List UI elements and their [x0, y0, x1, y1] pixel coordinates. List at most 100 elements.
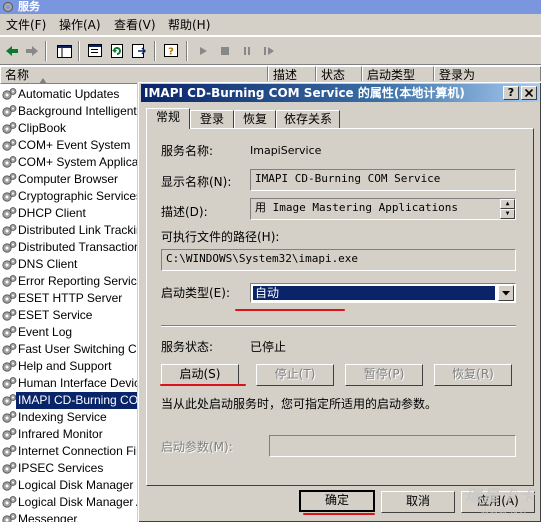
service-row[interactable]: Logical Disk Manager Administrative Serv…: [0, 494, 140, 511]
export-list-icon[interactable]: [129, 41, 149, 61]
service-row[interactable]: Help and Support: [0, 358, 140, 375]
service-row[interactable]: Internet Connection Firewall: [0, 443, 140, 460]
service-name: Human Interface Device Access: [18, 376, 140, 390]
services-list: Automatic Updates Background Intelligent …: [0, 86, 140, 522]
gear-icon: [1, 410, 17, 425]
gear-icon: [1, 308, 17, 323]
start-button[interactable]: 启动(S): [161, 364, 239, 386]
service-row[interactable]: Event Log: [0, 324, 140, 341]
scroll-up-button[interactable]: ▲: [500, 199, 515, 209]
tab-dependencies[interactable]: 依存关系: [276, 110, 340, 128]
cancel-button[interactable]: 取消: [381, 491, 455, 513]
gear-icon: [1, 291, 17, 306]
service-name: DHCP Client: [18, 206, 86, 220]
service-row[interactable]: Computer Browser: [0, 171, 140, 188]
service-row[interactable]: DNS Client: [0, 256, 140, 273]
description-field[interactable]: 用 Image Mastering Applications ▲ ▼: [250, 198, 516, 220]
stop-icon[interactable]: [215, 41, 235, 61]
service-row[interactable]: IPSEC Services: [0, 460, 140, 477]
gear-icon: [1, 206, 17, 221]
gear-icon: [1, 427, 17, 442]
service-row[interactable]: ESET Service: [0, 307, 140, 324]
start-params-input[interactable]: [269, 435, 516, 457]
gear-icon: [1, 223, 17, 238]
gear-icon: [1, 359, 17, 374]
service-row[interactable]: Indexing Service: [0, 409, 140, 426]
service-name-value: ImapiService: [250, 144, 322, 157]
menu-bar: 文件(F) 操作(A) 查看(V) 帮助(H): [0, 14, 541, 36]
menu-help[interactable]: 帮助(H): [168, 17, 210, 33]
gear-icon: [1, 121, 17, 136]
menu-action[interactable]: 操作(A): [59, 17, 101, 33]
ok-button[interactable]: 确定: [299, 490, 375, 512]
service-row[interactable]: DHCP Client: [0, 205, 140, 222]
window-titlebar[interactable]: 服务: [0, 0, 541, 14]
service-row[interactable]: Human Interface Device Access: [0, 375, 140, 392]
service-name: ClipBook: [18, 121, 67, 135]
service-name: COM+ Event System: [18, 138, 131, 152]
toolbar: ?: [0, 37, 541, 65]
service-row[interactable]: Distributed Transaction Coordinator: [0, 239, 140, 256]
service-row[interactable]: Messenger: [0, 511, 140, 522]
service-row[interactable]: Cryptographic Services: [0, 188, 140, 205]
service-name: Logical Disk Manager: [18, 478, 134, 492]
service-row[interactable]: ClipBook: [0, 120, 140, 137]
gear-icon: [1, 172, 17, 187]
service-row[interactable]: COM+ Event System: [0, 137, 140, 154]
service-row[interactable]: Distributed Link Tracking Client: [0, 222, 140, 239]
startup-type-select[interactable]: 自动: [250, 283, 516, 303]
service-row[interactable]: Error Reporting Service: [0, 273, 140, 290]
help-icon[interactable]: ?: [161, 41, 181, 61]
service-row[interactable]: IMAPI CD-Burning COM Service: [0, 392, 140, 409]
pause-button[interactable]: 暂停(P): [345, 364, 423, 386]
gear-icon: [1, 189, 17, 204]
display-name-field[interactable]: IMAPI CD-Burning COM Service: [250, 169, 516, 191]
close-button[interactable]: [521, 86, 537, 100]
gear-icon: [1, 104, 17, 119]
service-name: Messenger: [18, 512, 78, 522]
service-name: Error Reporting Service: [18, 274, 140, 288]
service-row[interactable]: COM+ System Application: [0, 154, 140, 171]
service-row[interactable]: Logical Disk Manager: [0, 477, 140, 494]
play-icon[interactable]: [193, 41, 213, 61]
display-name-label: 显示名称(N):: [161, 175, 232, 189]
stop-button[interactable]: 停止(T): [256, 364, 334, 386]
service-row[interactable]: Automatic Updates: [0, 86, 140, 103]
scroll-down-button[interactable]: ▼: [500, 209, 515, 219]
gear-icon: [1, 495, 17, 510]
dropdown-button[interactable]: [498, 285, 514, 301]
service-row[interactable]: ESET HTTP Server: [0, 290, 140, 307]
gear-icon: [1, 257, 17, 272]
restart-icon[interactable]: [259, 41, 279, 61]
menu-view[interactable]: 查看(V): [114, 17, 156, 33]
service-row[interactable]: Infrared Monitor: [0, 426, 140, 443]
tab-logon[interactable]: 登录: [190, 110, 234, 128]
gear-icon: [1, 155, 17, 170]
gear-icon: [1, 240, 17, 255]
service-name: Automatic Updates: [18, 87, 120, 101]
gear-icon: [1, 274, 17, 289]
toolbar-separator: [78, 41, 80, 61]
help-button[interactable]: ?: [503, 86, 519, 100]
resume-button[interactable]: 恢复(R): [434, 364, 512, 386]
tab-recovery[interactable]: 恢复: [234, 110, 276, 128]
service-name: Computer Browser: [18, 172, 119, 186]
service-name: Logical Disk Manager Administrative Serv…: [18, 495, 140, 509]
console-tree-icon[interactable]: [54, 41, 74, 61]
tab-general[interactable]: 常规: [146, 108, 190, 129]
executable-path-field[interactable]: C:\WINDOWS\System32\imapi.exe: [161, 249, 516, 271]
back-icon[interactable]: [2, 41, 22, 61]
gear-icon: [1, 342, 17, 357]
watermark: 瑞星卡卡 www.jka...: [464, 486, 537, 519]
service-row[interactable]: Fast User Switching Compatibility: [0, 341, 140, 358]
chevron-down-icon: [502, 290, 510, 295]
service-row[interactable]: Background Intelligent Transfer Service: [0, 103, 140, 120]
service-name: Event Log: [18, 325, 73, 339]
menu-file[interactable]: 文件(F): [6, 17, 46, 33]
refresh-icon[interactable]: [107, 41, 127, 61]
properties-icon[interactable]: [85, 41, 105, 61]
forward-icon[interactable]: [22, 41, 42, 61]
service-status-value: 已停止: [250, 340, 287, 354]
pause-icon[interactable]: [237, 41, 257, 61]
dialog-titlebar[interactable]: IMAPI CD-Burning COM Service 的属性(本地计算机) …: [141, 84, 539, 102]
